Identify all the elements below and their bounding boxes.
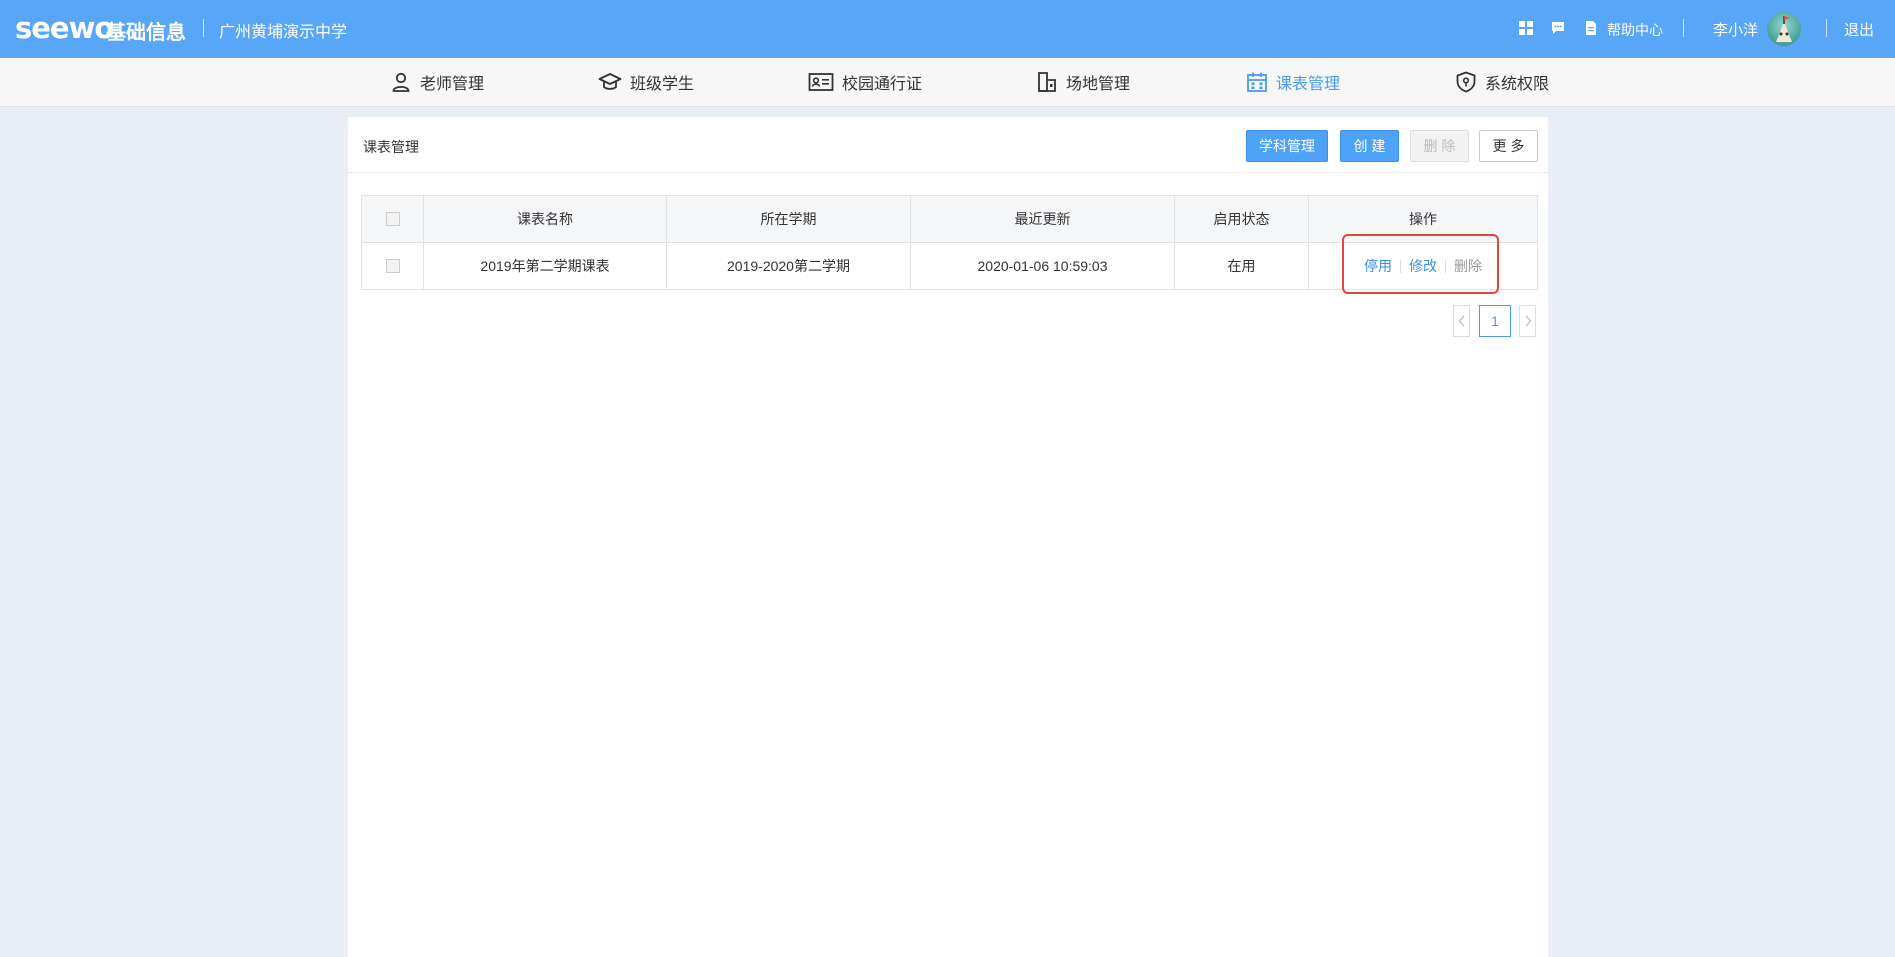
top-header: seewo 基础信息 广州黄埔演示中学 帮助中心 李小洋 退出 [0, 0, 1895, 58]
select-all-cell [362, 196, 424, 242]
apps-grid-icon[interactable] [1518, 20, 1534, 36]
nav-label: 系统权限 [1485, 76, 1550, 93]
school-name[interactable]: 广州黄埔演示中学 [219, 18, 347, 42]
nav-item-permissions[interactable]: 系统权限 [1455, 58, 1549, 106]
next-page-button[interactable] [1519, 305, 1536, 337]
building-icon [1038, 72, 1056, 92]
nav-label: 课表管理 [1276, 76, 1341, 93]
graduation-cap-icon [598, 73, 622, 90]
highlight-annotation [1342, 234, 1499, 294]
document-icon[interactable] [1583, 20, 1599, 36]
nav-item-venues[interactable]: 场地管理 [1036, 58, 1130, 106]
nav-label: 老师管理 [420, 76, 485, 93]
more-button[interactable]: 更 多 [1479, 130, 1538, 162]
header-divider [203, 19, 204, 37]
timetable-name: 2019年第二学期课表 [424, 243, 667, 289]
calendar-icon [1247, 72, 1267, 92]
nav-item-classes[interactable]: 班级学生 [598, 58, 694, 106]
last-updated: 2020-01-06 10:59:03 [911, 243, 1175, 289]
nav-label: 班级学生 [630, 76, 695, 93]
page-button[interactable]: 1 [1479, 305, 1511, 337]
header-divider [1683, 19, 1684, 37]
app-name: 基础信息 [106, 22, 186, 44]
column-header: 启用状态 [1175, 196, 1309, 242]
create-button[interactable]: 创 建 [1340, 130, 1399, 162]
user-name[interactable]: 李小洋 [1713, 19, 1758, 40]
help-center-link[interactable]: 帮助中心 [1607, 20, 1663, 40]
column-header: 最近更新 [911, 196, 1175, 242]
row-select-cell [362, 243, 424, 289]
logo: seewo [15, 11, 114, 45]
user-icon [392, 72, 410, 92]
select-all-checkbox[interactable] [385, 212, 400, 226]
avatar[interactable] [1767, 12, 1801, 46]
nav-label: 校园通行证 [842, 76, 923, 93]
term: 2019-2020第二学期 [667, 243, 911, 289]
nav-item-teachers[interactable]: 老师管理 [390, 58, 484, 106]
shield-icon [1456, 71, 1476, 93]
column-header: 所在学期 [667, 196, 911, 242]
id-card-icon [808, 73, 834, 91]
nav-item-campus-pass[interactable]: 校园通行证 [808, 58, 922, 106]
page-title: 课表管理 [363, 139, 419, 155]
logout-link[interactable]: 退出 [1844, 19, 1874, 40]
panel-header: 课表管理 学科管理 创 建 删 除 更 多 [348, 117, 1548, 173]
nav-label: 场地管理 [1066, 76, 1131, 93]
column-header: 课表名称 [424, 196, 667, 242]
prev-page-button[interactable] [1453, 305, 1470, 337]
status: 在用 [1175, 243, 1309, 289]
delete-button[interactable]: 删 除 [1410, 130, 1469, 162]
message-icon[interactable] [1550, 20, 1566, 36]
subject-management-button[interactable]: 学科管理 [1246, 130, 1328, 162]
chevron-right-icon [1525, 315, 1531, 327]
nav-item-timetable[interactable]: 课表管理 [1246, 58, 1340, 106]
row-checkbox[interactable] [385, 259, 400, 273]
header-divider [1826, 19, 1827, 37]
main-nav: 老师管理 班级学生 校园通行证 场地管理 课表管理 系统权限 [0, 58, 1895, 107]
chevron-left-icon [1458, 315, 1464, 327]
avatar-image [1776, 16, 1792, 42]
